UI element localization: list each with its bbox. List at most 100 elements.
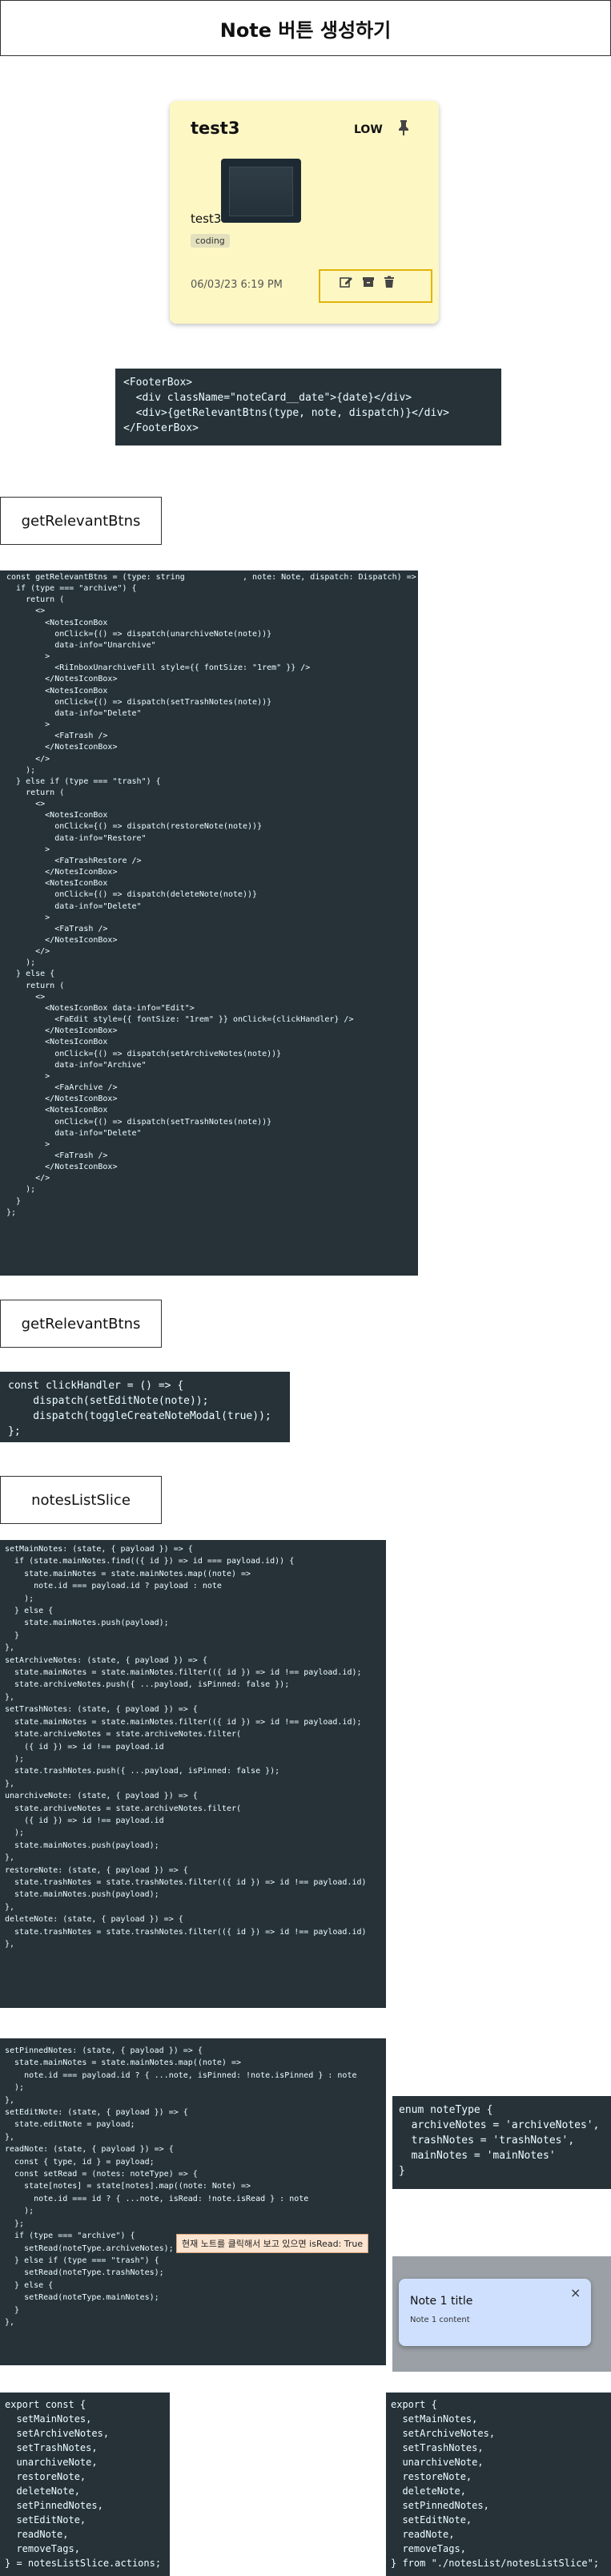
code-line: trashNotes = 'trashNotes',: [399, 2135, 575, 2147]
code-line: state[notes] = state[notes].map((note: N…: [5, 2182, 251, 2191]
code-line: <NotesIconBox: [6, 879, 108, 889]
tag-chip[interactable]: coding: [191, 234, 230, 248]
code-line: dispatch(setEditNote(note));: [8, 1395, 209, 1407]
code-line: state.mainNotes.push(payload);: [5, 1840, 159, 1850]
code-line: note.id === payload.id ? { ...note, isPi…: [5, 2070, 357, 2080]
code-line: );: [5, 1828, 25, 1838]
code-line: },: [5, 1940, 15, 1949]
code-line: onClick={() => dispatch(setTrashNotes(no…: [6, 1117, 272, 1127]
code-line: setTrashNotes: (state, { payload }) => {: [5, 1705, 198, 1715]
code-line: state.trashNotes.push({ ...payload, isPi…: [5, 1767, 280, 1776]
code-line: );: [6, 958, 36, 968]
code-line: state.archiveNotes.push({ ...payload, is…: [5, 1680, 290, 1690]
code-line: }: [6, 1196, 22, 1206]
code-line: );: [5, 1594, 34, 1603]
code-line: <>: [6, 992, 46, 1002]
annotation-note: 현재 노트를 클릭해서 보고 있으면 isRead: True: [176, 2234, 369, 2253]
code-line: },: [5, 1902, 15, 1912]
pin-icon[interactable]: [396, 119, 412, 136]
code-line: setPinnedNotes,: [391, 2500, 489, 2511]
code-line: onClick={() => dispatch(setArchiveNotes(…: [6, 1049, 282, 1058]
code-line: </NotesIconBox>: [6, 936, 118, 945]
code-line: unarchiveNote: (state, { payload }) => {: [5, 1792, 198, 1801]
code-line: },: [5, 2095, 15, 2105]
code-line: mainNotes = 'mainNotes': [399, 2150, 556, 2162]
code-line: setTrashNotes,: [391, 2442, 484, 2453]
page-title: Note 버튼 생성하기: [219, 18, 392, 42]
code-line: onClick={() => dispatch(unarchiveNote(no…: [6, 629, 272, 639]
code-line: <FaTrash />: [6, 924, 108, 933]
code-line: >: [6, 720, 50, 730]
code-line: data-info="Unarchive": [6, 640, 156, 650]
code-line: };: [6, 1207, 17, 1217]
code-line: export {: [391, 2399, 437, 2410]
section-title: notesListSlice: [0, 1476, 162, 1524]
exports-code-block-1: export const { setMainNotes, setArchiveN…: [0, 2393, 170, 2576]
code-line: }: [5, 2305, 20, 2315]
code-line: data-info="Delete": [6, 708, 142, 718]
code-line: setRead(noteType.trashNotes);: [5, 2268, 164, 2278]
code-line: <NotesIconBox data-info="Edit">: [6, 1003, 195, 1013]
code-line: },: [5, 1692, 15, 1702]
code-line: </NotesIconBox>: [6, 1026, 118, 1036]
code-line: };: [5, 2219, 25, 2228]
code-line: state.mainNotes = state.mainNotes.filter…: [5, 1717, 362, 1727]
code-line: <>: [6, 800, 46, 809]
code-line: onClick={() => dispatch(restoreNote(note…: [6, 822, 263, 832]
trash-icon[interactable]: [381, 274, 397, 290]
code-line: enum noteType {: [399, 2104, 493, 2116]
close-icon[interactable]: ×: [570, 2285, 581, 2300]
code-line: setArchiveNotes: (state, { payload }) =>…: [5, 1655, 207, 1665]
code-line: );: [5, 2083, 25, 2093]
code-line: </FooterBox>: [123, 422, 199, 434]
code-line: <NotesIconBox: [6, 686, 108, 695]
code-line: setMainNotes: (state, { payload }) => {: [5, 1545, 193, 1554]
code-line: readNote: (state, { payload }) => {: [5, 2145, 174, 2155]
code-line: state.mainNotes = state.mainNotes.map((n…: [5, 1569, 251, 1578]
slice-code-block-1: setMainNotes: (state, { payload }) => { …: [0, 1540, 386, 2008]
slice-code-block-2: setPinnedNotes: (state, { payload }) => …: [0, 2038, 386, 2365]
code-line: state.mainNotes = state.mainNotes.filter…: [5, 1668, 362, 1678]
modal-content: Note 1 content: [410, 2316, 470, 2324]
code-line: data-info="Restore": [6, 833, 147, 843]
code-line: setMainNotes,: [5, 2413, 92, 2425]
code-line: >: [6, 913, 50, 922]
code-line: const getRelevantBtns = (type: string , …: [6, 573, 418, 582]
note-card[interactable]: test3 LOW test3 coding 06/03/23 6:19 PM: [170, 101, 439, 324]
code-line: </NotesIconBox>: [6, 868, 118, 877]
code-line: state.archiveNotes = state.archiveNotes.…: [5, 1730, 242, 1740]
code-line: const { type, id } = payload;: [5, 2157, 155, 2167]
code-line: >: [6, 1139, 50, 1149]
code-line: return (: [6, 595, 65, 605]
code-line: );: [5, 2207, 34, 2216]
code-line: <NotesIconBox: [6, 618, 108, 627]
code-line: setEditNote,: [5, 2514, 86, 2526]
code-line: const clickHandler = () => {: [8, 1380, 184, 1392]
code-line: >: [6, 845, 50, 854]
edit-icon[interactable]: [338, 274, 354, 290]
footer-code-block: <FooterBox> <div className="noteCard__da…: [115, 369, 501, 445]
modal-screenshot: Note 1 title Note 1 content ×: [392, 2256, 611, 2372]
code-line: state.archiveNotes = state.archiveNotes.…: [5, 1804, 242, 1813]
code-line: onClick={() => dispatch(deleteNote(note)…: [6, 890, 258, 900]
code-line: setEditNote: (state, { payload }) => {: [5, 2108, 188, 2118]
code-line: removeTags,: [391, 2543, 466, 2554]
code-line: <NotesIconBox: [6, 1038, 108, 1047]
relevant-btns-code-block: const getRelevantBtns = (type: string , …: [0, 570, 418, 1276]
code-line: setMainNotes,: [391, 2413, 478, 2425]
code-line: restoreNote: (state, { payload }) => {: [5, 1865, 188, 1875]
code-line: <>: [6, 607, 46, 616]
code-line: state.mainNotes = state.mainNotes.map((n…: [5, 2058, 242, 2068]
code-line: setTrashNotes,: [5, 2442, 98, 2453]
code-line: data-info="Delete": [6, 1128, 142, 1138]
page-header: Note 버튼 생성하기: [0, 0, 611, 56]
code-line: <FaTrashRestore />: [6, 856, 142, 865]
note-content: test3: [191, 212, 222, 226]
code-line: if (state.mainNotes.find(({ id }) => id …: [5, 1557, 295, 1566]
archive-icon[interactable]: [360, 274, 376, 290]
code-line: onClick={() => dispatch(setTrashNotes(no…: [6, 697, 272, 707]
code-line: <FaTrash />: [6, 1151, 108, 1160]
priority-label: LOW: [354, 123, 383, 136]
code-line: </NotesIconBox>: [6, 1094, 118, 1104]
click-handler-code-block: const clickHandler = () => { dispatch(se…: [0, 1372, 290, 1442]
